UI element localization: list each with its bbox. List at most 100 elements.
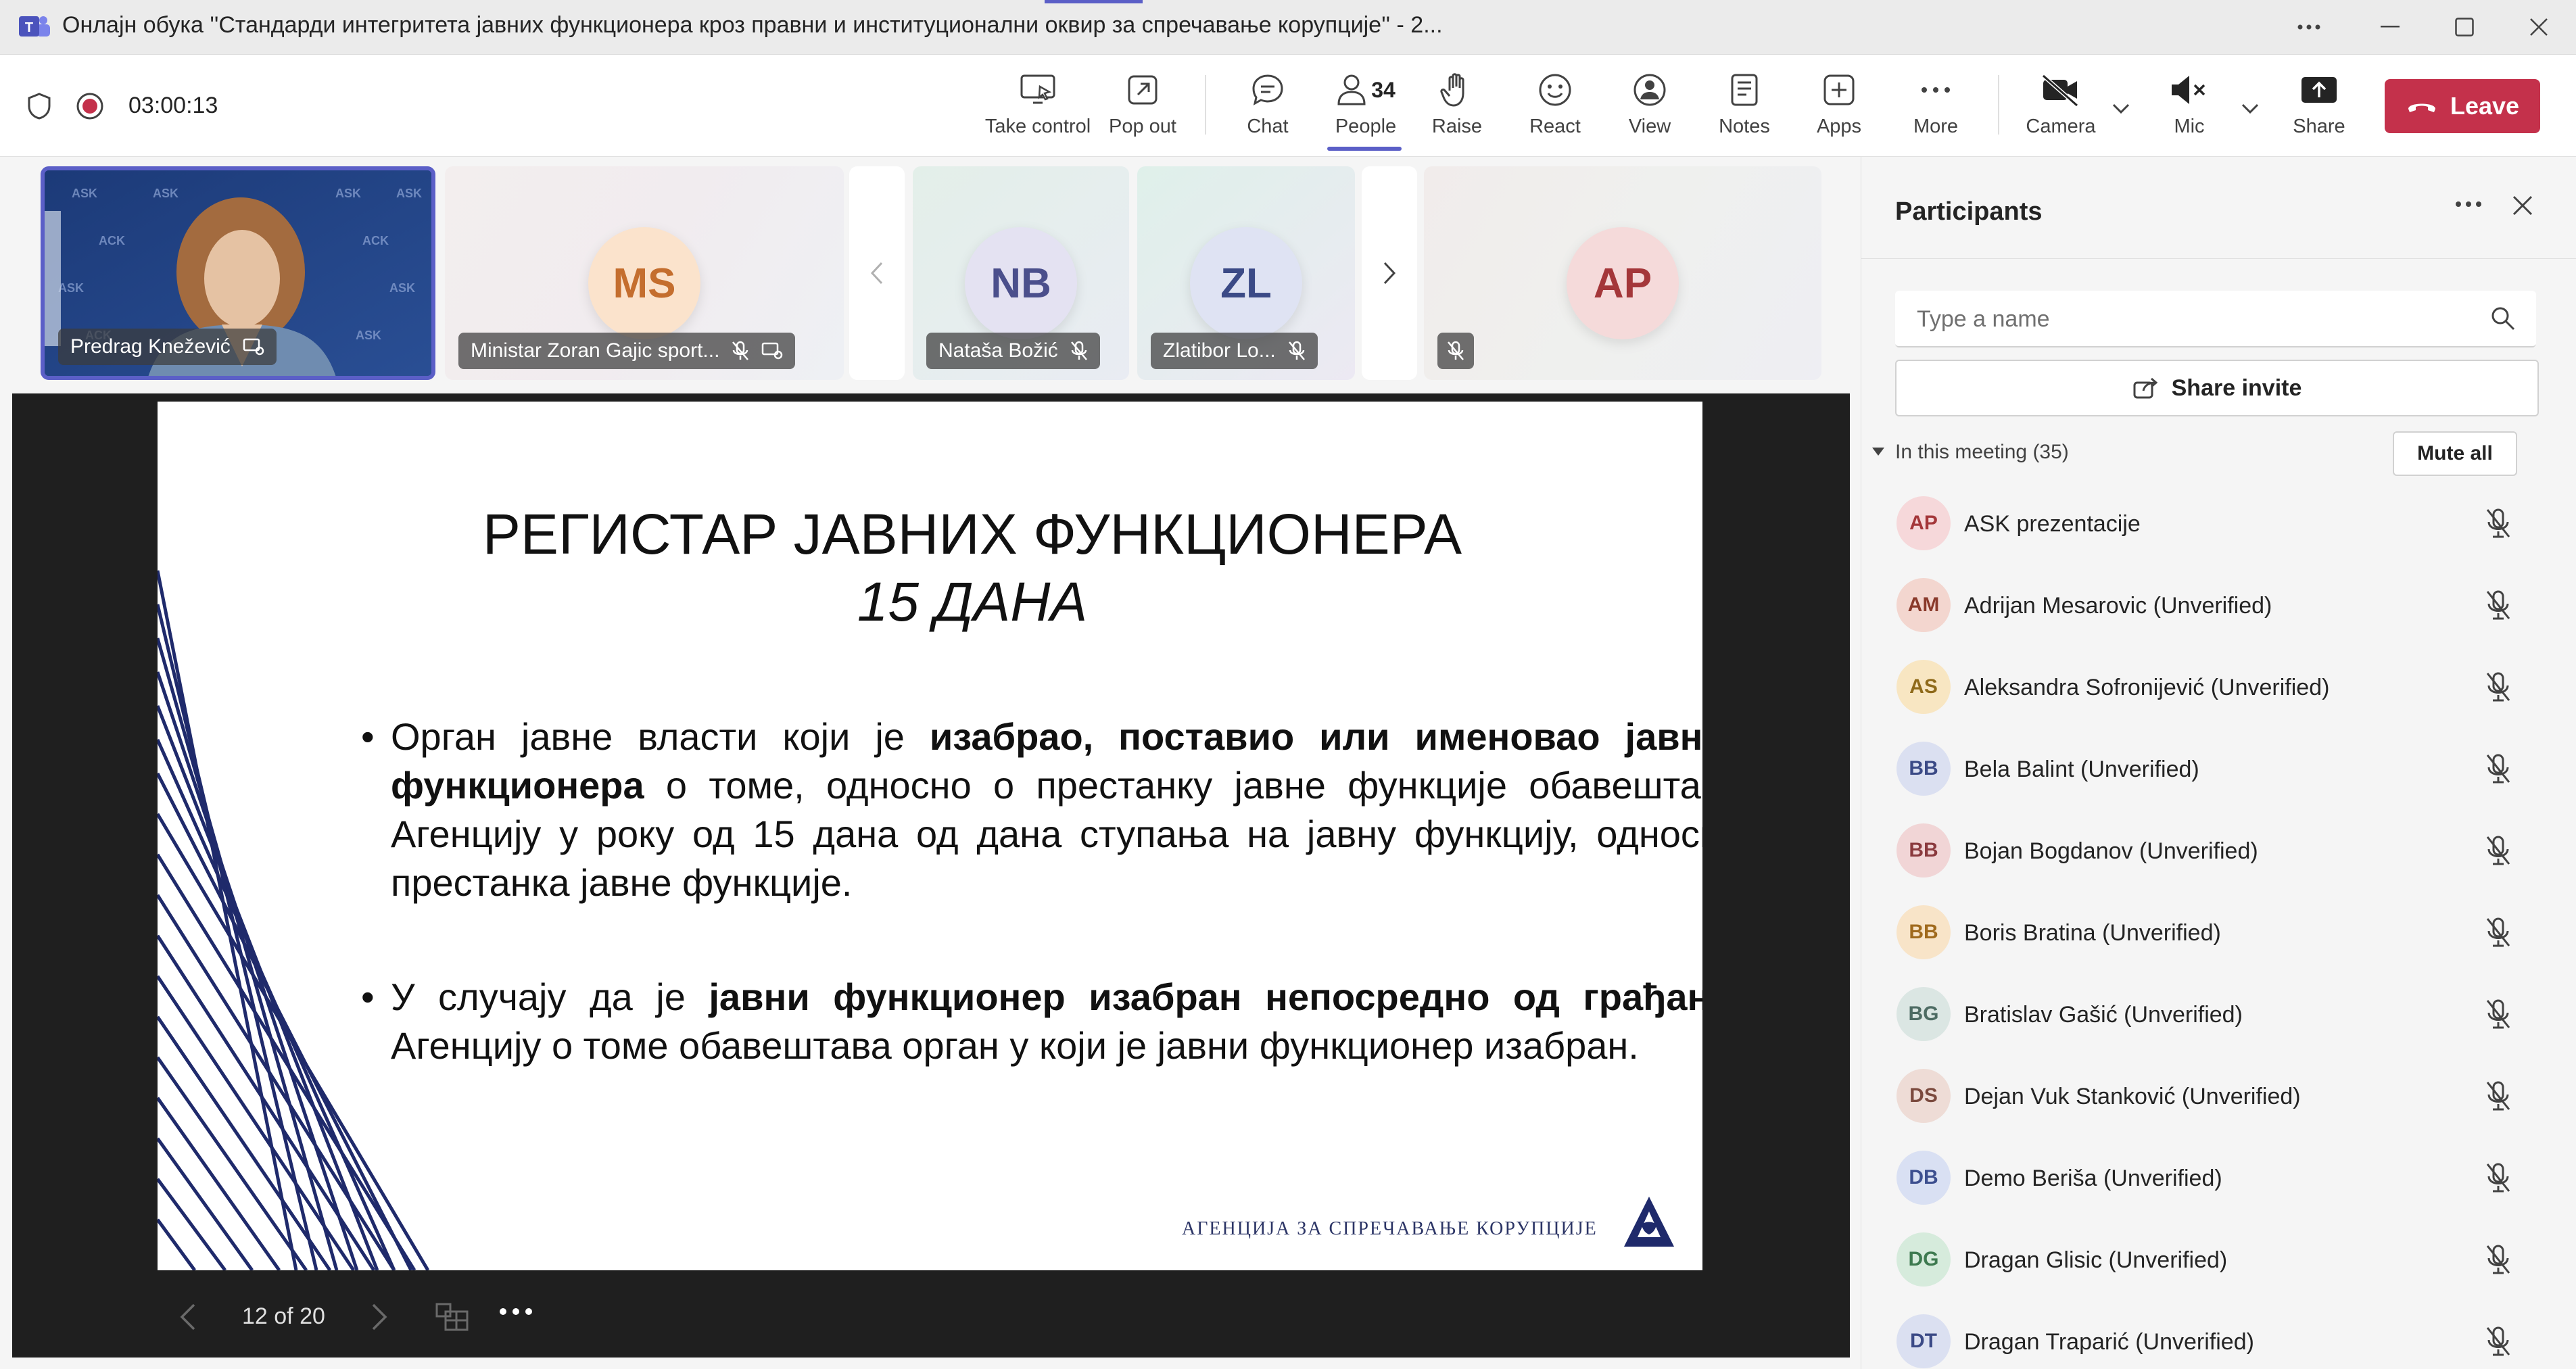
video-tile-label: Ministar Zoran Gajic sport...: [458, 333, 796, 369]
participant-row[interactable]: AP ASK prezentacije: [1861, 481, 2576, 563]
share-screen-icon: [2300, 68, 2338, 112]
previous-slide-chevron-left-icon[interactable]: [178, 1302, 197, 1332]
video-tile-ms[interactable]: MS Ministar Zoran Gajic sport...: [445, 166, 844, 380]
toolbar-separator: [1205, 75, 1206, 135]
video-tile-label: Nataša Božić: [926, 333, 1100, 369]
mic-off-icon[interactable]: [2483, 1161, 2513, 1194]
presentation-slide: РЕГИСТАР ЈАВНИХ ФУНКЦИОНЕРА 15 ДАНА Орга…: [158, 402, 1702, 1270]
pop-out-button[interactable]: Pop out: [1102, 68, 1183, 144]
previous-tiles-button[interactable]: [849, 166, 905, 380]
mic-off-icon[interactable]: [2483, 507, 2513, 539]
participant-name: Dragan Traparić (Unverified): [1964, 1329, 2254, 1355]
avatar: DB: [1897, 1151, 1951, 1205]
mic-off-icon[interactable]: [2483, 834, 2513, 867]
people-count: 34: [1371, 77, 1396, 102]
avatar: DG: [1897, 1232, 1951, 1287]
avatar: BB: [1897, 905, 1951, 959]
slide-footer: АГЕНЦИЈА ЗА СПРЕЧАВАЊЕ КОРУПЦИЈЕ: [1182, 1218, 1598, 1239]
agency-logo-icon: [1621, 1194, 1677, 1249]
participant-name: Bratislav Gašić (Unverified): [1964, 1002, 2243, 1028]
meeting-stage: ASKASKASKASK ACKACKASKASK ACKASK Predrag…: [0, 157, 1859, 1369]
raise-hand-button[interactable]: Raise: [1420, 68, 1494, 144]
participant-row[interactable]: AS Aleksandra Sofronijević (Unverified): [1861, 645, 2576, 727]
participants-panel: Participants Share invite In this meetin…: [1861, 157, 2576, 1369]
slide-bullet: У случају да је јавни функционер изабран…: [361, 973, 1702, 1070]
toolbar-separator: [1998, 75, 1999, 135]
close-window-button[interactable]: [2502, 0, 2576, 54]
raise-hand-icon: [1440, 68, 1474, 112]
next-tiles-button[interactable]: [1362, 166, 1417, 380]
mic-off-icon: [1070, 341, 1088, 361]
panel-more-icon[interactable]: [2455, 200, 2482, 208]
mute-all-button[interactable]: Mute all: [2393, 431, 2517, 476]
camera-options-chevron-down-icon[interactable]: [2107, 95, 2134, 122]
view-button[interactable]: View: [1613, 68, 1687, 144]
mic-off-icon[interactable]: [2483, 1243, 2513, 1276]
share-invite-button[interactable]: Share invite: [1895, 360, 2539, 416]
video-tile-nb[interactable]: NB Nataša Božić: [913, 166, 1129, 380]
mic-off-icon[interactable]: [2483, 671, 2513, 703]
participant-row[interactable]: DT Dragan Traparić (Unverified): [1861, 1299, 2576, 1369]
maximize-button[interactable]: [2427, 0, 2502, 54]
slide-subtitle: 15 ДАНА: [857, 571, 1088, 633]
panel-close-icon[interactable]: [2512, 195, 2533, 216]
mic-off-icon[interactable]: [2483, 589, 2513, 621]
participant-name: Dejan Vuk Stanković (Unverified): [1964, 1084, 2301, 1109]
section-collapse-chevron-down-icon[interactable]: [1871, 446, 1886, 457]
people-button[interactable]: 34 People: [1325, 68, 1406, 144]
svg-text:ASK: ASK: [72, 187, 97, 200]
video-tile-ap[interactable]: AP: [1424, 166, 1821, 380]
participant-row[interactable]: BB Bela Balint (Unverified): [1861, 727, 2576, 809]
participant-row[interactable]: DG Dragan Glisic (Unverified): [1861, 1218, 2576, 1299]
participant-search-input[interactable]: [1915, 291, 2473, 347]
notes-button[interactable]: Notes: [1707, 68, 1782, 144]
mic-off-icon[interactable]: [2483, 1325, 2513, 1358]
meeting-toolbar: 03:00:13 Take control Pop out Chat 34 Pe…: [0, 55, 2576, 157]
slide-more-icon[interactable]: [499, 1307, 533, 1316]
participant-row[interactable]: DB Demo Beriša (Unverified): [1861, 1136, 2576, 1218]
smiley-icon: [1537, 68, 1573, 112]
title-accent-bar: [1045, 0, 1143, 3]
react-button[interactable]: React: [1518, 68, 1592, 144]
video-tile-zl[interactable]: ZL Zlatibor Lo...: [1137, 166, 1355, 380]
avatar: BG: [1897, 987, 1951, 1041]
chat-button[interactable]: Chat: [1231, 68, 1305, 144]
chevron-right-icon: [1383, 261, 1396, 285]
minimize-button[interactable]: [2353, 0, 2427, 54]
share-button[interactable]: Share: [2279, 68, 2360, 144]
call-timer: 03:00:13: [128, 93, 218, 118]
avatar: DT: [1897, 1314, 1951, 1368]
window-more-button[interactable]: [2272, 0, 2346, 54]
participant-row[interactable]: BG Bratislav Gašić (Unverified): [1861, 972, 2576, 1054]
video-tile-label: Predrag Knežević: [58, 329, 277, 365]
apps-button[interactable]: Apps: [1802, 68, 1876, 144]
camera-button[interactable]: Camera: [2020, 68, 2101, 144]
participant-name: ASK prezentacije: [1964, 511, 2141, 537]
people-icon: [1336, 73, 1367, 107]
leave-button[interactable]: Leave: [2385, 79, 2540, 133]
search-icon[interactable]: [2490, 306, 2516, 331]
mic-off-icon[interactable]: [2483, 1080, 2513, 1112]
slide-bullet: Орган јавне власти који је изабрао, пост…: [361, 713, 1702, 907]
participant-row[interactable]: BB Bojan Bogdanov (Unverified): [1861, 809, 2576, 890]
avatar: DS: [1897, 1069, 1951, 1123]
mic-button[interactable]: Mic: [2149, 68, 2230, 144]
participant-name: Aleksandra Sofronijević (Unverified): [1964, 675, 2330, 700]
shared-content-area: РЕГИСТАР ЈАВНИХ ФУНКЦИОНЕРА 15 ДАНА Орга…: [12, 393, 1850, 1358]
mic-off-icon[interactable]: [2483, 752, 2513, 785]
participant-row[interactable]: BB Boris Bratina (Unverified): [1861, 890, 2576, 972]
slide-grid-icon[interactable]: [435, 1302, 470, 1332]
add-app-icon: [1822, 68, 1856, 112]
take-control-button[interactable]: Take control: [984, 68, 1092, 144]
slide-counter: 12 of 20: [242, 1303, 325, 1329]
mic-off-icon[interactable]: [2483, 998, 2513, 1030]
video-tile-presenter[interactable]: ASKASKASKASK ACKACKASKASK ACKASK Predrag…: [41, 166, 435, 380]
participant-row[interactable]: AM Adrijan Mesarovic (Unverified): [1861, 563, 2576, 645]
people-active-indicator: [1327, 147, 1402, 151]
participant-row[interactable]: DS Dejan Vuk Stanković (Unverified): [1861, 1054, 2576, 1136]
more-actions-button[interactable]: More: [1899, 68, 1973, 144]
next-slide-chevron-right-icon[interactable]: [371, 1302, 389, 1332]
mic-options-chevron-down-icon[interactable]: [2237, 95, 2264, 122]
svg-text:ASK: ASK: [396, 187, 422, 200]
mic-off-icon[interactable]: [2483, 916, 2513, 948]
